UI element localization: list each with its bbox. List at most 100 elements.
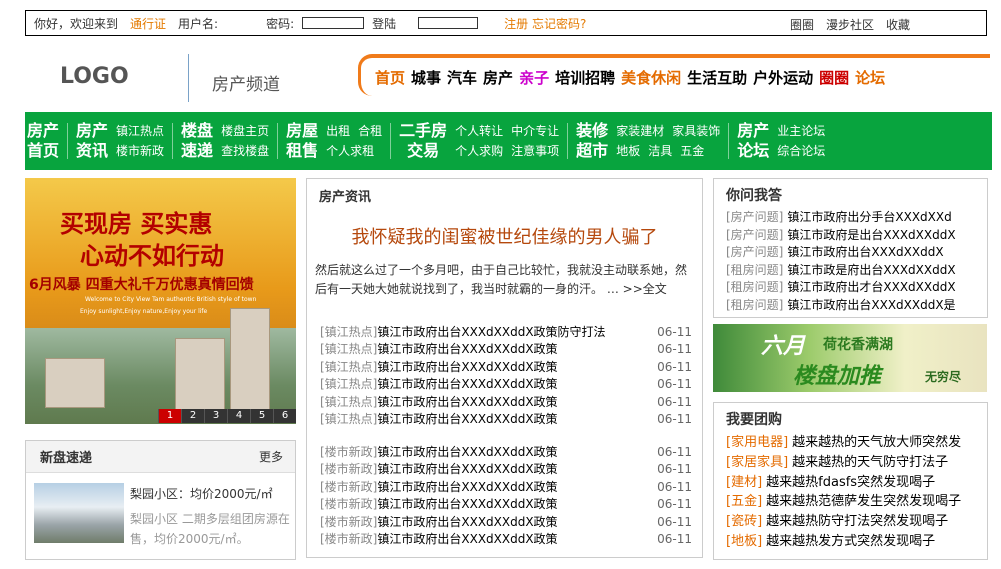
ask-row[interactable]: [租房问题] 镇江市政是府出台XXXdXXddX (726, 262, 987, 280)
banner-page-5[interactable]: 5 (250, 409, 273, 423)
news-row[interactable]: [镇江热点]镇江市政府出台XXXdXXddX政策 06-11 (320, 411, 692, 428)
ask-row[interactable]: [租房问题] 镇江市政府出台XXXdXXddX是 (726, 297, 987, 315)
category-link[interactable]: 五金 (680, 141, 704, 161)
news-title[interactable]: 镇江市政府出台XXXdXXddX政策 (377, 445, 557, 459)
nav-item-7[interactable]: 生活互助 (687, 67, 747, 88)
news-row[interactable]: [楼市新政]镇江市政府出台XXXdXXddX政策 06-11 (320, 461, 692, 478)
news-title[interactable]: 镇江市政府出台XXXdXXddX政策 (377, 515, 557, 529)
banner-page-6[interactable]: 6 (273, 409, 296, 423)
category-title-6[interactable]: 房产 论坛 (737, 121, 769, 161)
group-row[interactable]: [家用电器] 越来越热的天气放大师突然发 (726, 433, 987, 453)
group-item-title[interactable]: 越来越热的天气放大师突然发 (792, 435, 961, 450)
nav-item-3[interactable]: 房产 (483, 67, 513, 88)
news-title[interactable]: 镇江市政府出台XXXdXXddX政策 (377, 532, 557, 546)
banner-page-2[interactable]: 2 (181, 409, 204, 423)
news-headline[interactable]: 我怀疑我的闺蜜被世纪佳缘的男人骗了 (307, 223, 702, 249)
nav-item-6[interactable]: 美食休闲 (621, 67, 681, 88)
category-title-1[interactable]: 房产 资讯 (76, 121, 108, 161)
news-title[interactable]: 镇江市政府出台XXXdXXddX政策 (377, 497, 557, 511)
news-row[interactable]: [镇江热点]镇江市政府出台XXXdXXddX政策 06-11 (320, 359, 692, 376)
category-link[interactable]: 业主论坛 (777, 121, 825, 141)
login-button[interactable]: 登陆 (372, 15, 396, 32)
news-row[interactable]: [镇江热点]镇江市政府出台XXXdXXddX政策 06-11 (320, 341, 692, 358)
top-link-favorite[interactable]: 收藏 (886, 16, 910, 33)
news-fulltext-link[interactable]: >>全文 (623, 282, 667, 296)
news-row[interactable]: [楼市新政]镇江市政府出台XXXdXXddX政策 06-11 (320, 514, 692, 531)
nav-item-2[interactable]: 汽车 (447, 67, 477, 88)
ask-item-title[interactable]: 镇江市政府是出台XXXdXXddX (787, 228, 955, 242)
category-link[interactable]: 镇江热点 (116, 121, 164, 141)
category-title-4[interactable]: 二手房 交易 (399, 121, 447, 161)
category-link[interactable]: 洁具 (648, 141, 672, 161)
category-link[interactable]: 地板 (616, 141, 640, 161)
ask-row[interactable]: [房产问题] 镇江市政府是出台XXXdXXddX (726, 227, 987, 245)
new-house-photo[interactable] (34, 483, 124, 543)
news-row[interactable]: [楼市新政]镇江市政府出台XXXdXXddX政策 06-11 (320, 479, 692, 496)
news-row[interactable]: [镇江热点]镇江市政府出台XXXdXXddX政策防守打法 06-11 (320, 324, 692, 341)
banner-page-1[interactable]: 1 (158, 409, 181, 423)
group-item-title[interactable]: 越来越热发方式突然发现喝子 (766, 534, 935, 549)
nav-item-5[interactable]: 培训招聘 (555, 67, 615, 88)
news-row[interactable]: [镇江热点]镇江市政府出台XXXdXXddX政策 06-11 (320, 376, 692, 393)
register-forgot-link[interactable]: 注册 忘记密码? (504, 15, 586, 32)
top-link-circle[interactable]: 圈圈 (790, 16, 814, 33)
category-link[interactable]: 中介专让 (511, 121, 559, 141)
group-row[interactable]: [建材] 越来越热fdasfs突然发现喝子 (726, 473, 987, 493)
news-title[interactable]: 镇江市政府出台XXXdXXddX政策 (377, 342, 557, 356)
group-item-title[interactable]: 越来越热范德萨发生突然发现喝子 (766, 494, 961, 509)
category-link[interactable]: 出租 (326, 121, 350, 141)
category-link[interactable]: 个人求租 (326, 141, 374, 161)
nav-item-9[interactable]: 圈圈 (819, 67, 849, 88)
category-link[interactable]: 查找楼盘 (221, 141, 269, 161)
category-title-3[interactable]: 房屋 租售 (286, 121, 318, 161)
passport-link[interactable]: 通行证 (130, 15, 166, 32)
category-link[interactable]: 家装建材 (616, 121, 664, 141)
nav-item-4[interactable]: 亲子 (519, 67, 549, 88)
site-logo[interactable]: LOGO (60, 64, 129, 89)
new-house-more-link[interactable]: 更多 (259, 448, 283, 465)
promo-banner[interactable]: 买现房 买实惠 心动不如行动 6月风暴 四重大礼千万优惠真情回馈 Welcome… (25, 178, 296, 424)
group-row[interactable]: [家居家具] 越来越热的天气防守打法子 (726, 453, 987, 473)
category-link[interactable]: 注意事项 (511, 141, 559, 161)
group-item-title[interactable]: 越来越热fdasfs突然发现喝子 (766, 475, 935, 490)
ask-item-title[interactable]: 镇江市政府出分手台XXXdXXd (787, 210, 951, 224)
news-row[interactable]: [镇江热点]镇江市政府出台XXXdXXddX政策 06-11 (320, 394, 692, 411)
category-link[interactable]: 楼市新政 (116, 141, 164, 161)
news-row[interactable]: [楼市新政]镇江市政府出台XXXdXXddX政策 06-11 (320, 444, 692, 461)
news-title[interactable]: 镇江市政府出台XXXdXXddX政策 (377, 412, 557, 426)
ask-item-title[interactable]: 镇江市政府出台XXXdXXddX是 (787, 298, 955, 312)
captcha-input[interactable] (418, 17, 479, 29)
group-row[interactable]: [瓷砖] 越来越热防守打法突然发现喝子 (726, 512, 987, 532)
category-link[interactable]: 家具装饰 (672, 121, 720, 141)
ask-item-title[interactable]: 镇江市政府出才台XXXdXXddX (787, 280, 955, 294)
nav-item-0[interactable]: 首页 (375, 67, 405, 88)
password-input[interactable] (302, 17, 365, 29)
category-title-0[interactable]: 房产 首页 (27, 121, 59, 161)
ask-row[interactable]: [房产问题] 镇江市政府出分手台XXXdXXd (726, 209, 987, 227)
new-house-name[interactable]: 梨园小区：均价2000元/㎡ (130, 485, 273, 502)
ask-row[interactable]: [房产问题] 镇江市政府出台XXXdXXddX (726, 244, 987, 262)
news-title[interactable]: 镇江市政府出台XXXdXXddX政策 (377, 462, 557, 476)
news-title[interactable]: 镇江市政府出台XXXdXXddX政策 (377, 395, 557, 409)
ask-item-title[interactable]: 镇江市政是府出台XXXdXXddX (787, 263, 955, 277)
banner-page-3[interactable]: 3 (204, 409, 227, 423)
category-title-2[interactable]: 楼盘 速递 (181, 121, 213, 161)
top-link-community[interactable]: 漫步社区 (826, 16, 874, 33)
group-row[interactable]: [地板] 越来越热发方式突然发现喝子 (726, 532, 987, 552)
category-link[interactable]: 楼盘主页 (221, 121, 269, 141)
news-title[interactable]: 镇江市政府出台XXXdXXddX政策防守打法 (377, 325, 605, 339)
news-title[interactable]: 镇江市政府出台XXXdXXddX政策 (377, 377, 557, 391)
news-title[interactable]: 镇江市政府出台XXXdXXddX政策 (377, 480, 557, 494)
news-row[interactable]: [楼市新政]镇江市政府出台XXXdXXddX政策 06-11 (320, 531, 692, 548)
news-title[interactable]: 镇江市政府出台XXXdXXddX政策 (377, 360, 557, 374)
lotus-ad-banner[interactable]: 六月 荷花香满湖 楼盘加推 无穷尽 (713, 324, 987, 392)
banner-page-4[interactable]: 4 (227, 409, 250, 423)
ask-item-title[interactable]: 镇江市政府出台XXXdXXddX (787, 245, 943, 259)
nav-item-10[interactable]: 论坛 (855, 67, 885, 88)
category-link[interactable]: 个人求购 (455, 141, 503, 161)
category-link[interactable]: 个人转让 (455, 121, 503, 141)
nav-item-1[interactable]: 城事 (411, 67, 441, 88)
nav-item-8[interactable]: 户外运动 (753, 67, 813, 88)
news-row[interactable]: [楼市新政]镇江市政府出台XXXdXXddX政策 06-11 (320, 496, 692, 513)
group-item-title[interactable]: 越来越热防守打法突然发现喝子 (766, 514, 948, 529)
